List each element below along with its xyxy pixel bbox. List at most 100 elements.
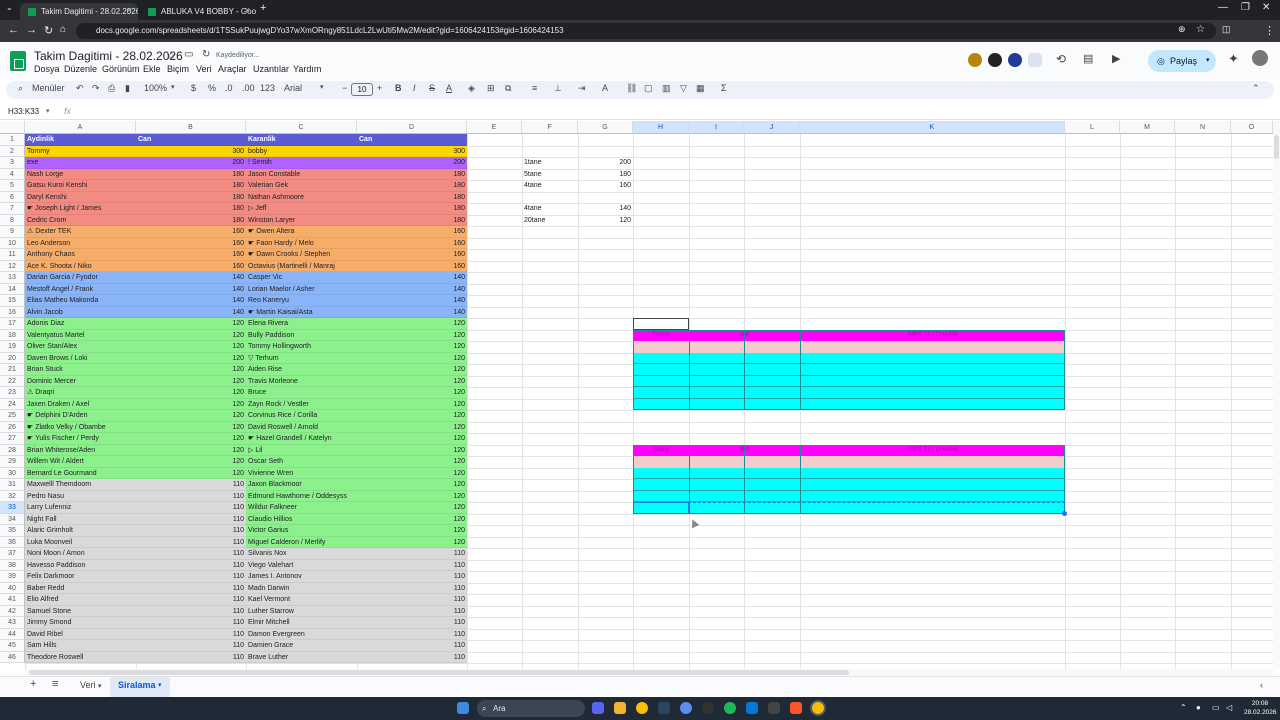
- player-name-cell[interactable]: Damon Evergreen: [246, 629, 357, 641]
- player-name-cell[interactable]: ▷ Jeff: [246, 203, 357, 215]
- player-name-cell[interactable]: Casper Vic: [246, 272, 357, 284]
- hp-cell[interactable]: 120: [136, 433, 246, 445]
- player-name-cell[interactable]: Noni Moon / Amon: [25, 548, 136, 560]
- undo-icon[interactable]: ↶: [76, 83, 84, 94]
- hp-cell[interactable]: 180: [136, 180, 246, 192]
- font-size-input[interactable]: 10: [351, 83, 373, 96]
- hp-cell[interactable]: 120: [357, 376, 467, 388]
- star-icon[interactable]: ☆: [166, 49, 176, 62]
- hp-cell[interactable]: 140: [357, 307, 467, 319]
- player-name-cell[interactable]: Brian Stuck: [25, 364, 136, 376]
- row-header-20[interactable]: 20: [0, 352, 25, 364]
- vscode-icon[interactable]: [746, 702, 758, 714]
- move-folder-icon[interactable]: ▭: [184, 49, 193, 60]
- row-header-32[interactable]: 32: [0, 490, 25, 502]
- player-name-cell[interactable]: James I. Antonov: [246, 571, 357, 583]
- hp-cell[interactable]: 120: [136, 468, 246, 480]
- player-name-cell[interactable]: Tommy: [25, 146, 136, 158]
- player-name-cell[interactable]: Mestoff Angel / Frank: [25, 284, 136, 296]
- vertical-scrollbar[interactable]: [1273, 121, 1280, 669]
- row-header-2[interactable]: 2: [0, 145, 25, 157]
- hp-cell[interactable]: 110: [136, 571, 246, 583]
- column-header-d[interactable]: D: [357, 121, 467, 134]
- player-name-cell[interactable]: Viego Valehart: [246, 560, 357, 572]
- text-wrapping-icon[interactable]: ⇥: [578, 83, 586, 94]
- hp-cell[interactable]: 120: [357, 318, 467, 330]
- row-header-10[interactable]: 10: [0, 237, 25, 249]
- hp-cell[interactable]: 110: [136, 629, 246, 641]
- taskbar-search[interactable]: ⌕ Ara: [477, 700, 585, 717]
- player-name-cell[interactable]: Felix Darkmoor: [25, 571, 136, 583]
- row-header-23[interactable]: 23: [0, 387, 25, 399]
- player-name-cell[interactable]: Oscar Seth: [246, 456, 357, 468]
- hp-cell[interactable]: 120: [136, 330, 246, 342]
- player-name-cell[interactable]: Daryl Kenshi: [25, 192, 136, 204]
- hp-cell[interactable]: 110: [136, 606, 246, 618]
- hp-cell[interactable]: 180: [357, 192, 467, 204]
- player-name-cell[interactable]: Maxwelll Themdoom: [25, 479, 136, 491]
- hp-cell[interactable]: 140: [136, 284, 246, 296]
- hp-cell[interactable]: 110: [136, 652, 246, 664]
- horizontal-scrollbar[interactable]: [25, 669, 1273, 676]
- close-icon[interactable]: ×: [245, 5, 250, 15]
- player-name-cell[interactable]: ☛ Faon Hardy / Melo: [246, 238, 357, 250]
- hp-cell[interactable]: 200: [357, 157, 467, 169]
- maximize-icon[interactable]: ❐: [1241, 2, 1250, 13]
- player-name-cell[interactable]: ☛ Delphini D'Arden: [25, 410, 136, 422]
- new-tab-icon[interactable]: +: [260, 2, 266, 14]
- player-name-cell[interactable]: bobby: [246, 146, 357, 158]
- player-name-cell[interactable]: Luka Moonveil: [25, 537, 136, 549]
- sheet-tab-siralama[interactable]: Siralama ▾: [110, 677, 170, 697]
- player-name-cell[interactable]: Brave Luther: [246, 652, 357, 664]
- hp-cell[interactable]: 120: [357, 468, 467, 480]
- hp-cell[interactable]: 110: [136, 560, 246, 572]
- hp-cell[interactable]: 180: [357, 203, 467, 215]
- player-name-cell[interactable]: Brian Whiterose/Aden: [25, 445, 136, 457]
- hp-cell[interactable]: 120: [357, 525, 467, 537]
- hp-cell[interactable]: 120: [136, 422, 246, 434]
- back-icon[interactable]: ←: [8, 24, 19, 36]
- summary-value-cell[interactable]: 120: [578, 215, 633, 227]
- player-name-cell[interactable]: Samuel Stone: [25, 606, 136, 618]
- bookmark-star-icon[interactable]: ☆: [1196, 24, 1205, 35]
- browser-tab[interactable]: ABLUKA V4 BOBBY - Google S ×: [140, 3, 256, 20]
- hp-cell[interactable]: 110: [136, 583, 246, 595]
- close-icon[interactable]: ×: [127, 5, 132, 15]
- hp-cell[interactable]: 110: [136, 479, 246, 491]
- player-name-cell[interactable]: Valentyatus Martel: [25, 330, 136, 342]
- scrollbar-thumb[interactable]: [29, 670, 849, 675]
- hp-cell[interactable]: 140: [357, 295, 467, 307]
- player-name-cell[interactable]: Dominic Mercer: [25, 376, 136, 388]
- menu-tools[interactable]: Araçlar: [218, 64, 247, 74]
- player-name-cell[interactable]: Leo Anderson: [25, 238, 136, 250]
- player-name-cell[interactable]: ⚠ Dexter TEK: [25, 226, 136, 238]
- browser-menu-icon[interactable]: ⋮: [1264, 24, 1275, 37]
- player-name-cell[interactable]: ☛ Owen Altera: [246, 226, 357, 238]
- fill-color-icon[interactable]: ◈: [468, 83, 475, 94]
- row-header-43[interactable]: 43: [0, 617, 25, 629]
- chevron-down-icon[interactable]: ▾: [1206, 50, 1210, 72]
- italic-icon[interactable]: I: [413, 83, 416, 93]
- select-all-corner[interactable]: [0, 121, 25, 134]
- row-header-11[interactable]: 11: [0, 249, 25, 261]
- meet-icon[interactable]: ▶: [1112, 52, 1120, 65]
- share-button[interactable]: ◎ Paylaş ▾: [1148, 50, 1216, 72]
- row-header-7[interactable]: 7: [0, 203, 25, 215]
- horizontal-align-icon[interactable]: ≡: [532, 83, 537, 93]
- vertical-align-icon[interactable]: ⊥: [554, 83, 562, 94]
- hp-cell[interactable]: 160: [136, 226, 246, 238]
- font-select[interactable]: Arial: [284, 83, 302, 93]
- row-header-13[interactable]: 13: [0, 272, 25, 284]
- player-name-cell[interactable]: Ace K. Shoota / Niko: [25, 261, 136, 273]
- player-name-cell[interactable]: Willem Wit / Aldert: [25, 456, 136, 468]
- column-header-a[interactable]: A: [25, 121, 136, 134]
- player-name-cell[interactable]: David Ribel: [25, 629, 136, 641]
- player-name-cell[interactable]: ⚠ Draqri: [25, 387, 136, 399]
- hp-cell[interactable]: 110: [136, 491, 246, 503]
- menu-insert[interactable]: Ekle: [143, 64, 161, 74]
- document-title[interactable]: Takim Dagitimi - 28.02.2026: [34, 49, 183, 63]
- menu-help[interactable]: Yardım: [293, 64, 321, 74]
- font-size-decrease-icon[interactable]: −: [342, 83, 347, 93]
- redo-icon[interactable]: ↷: [92, 83, 100, 94]
- column-header-j[interactable]: J: [744, 121, 800, 134]
